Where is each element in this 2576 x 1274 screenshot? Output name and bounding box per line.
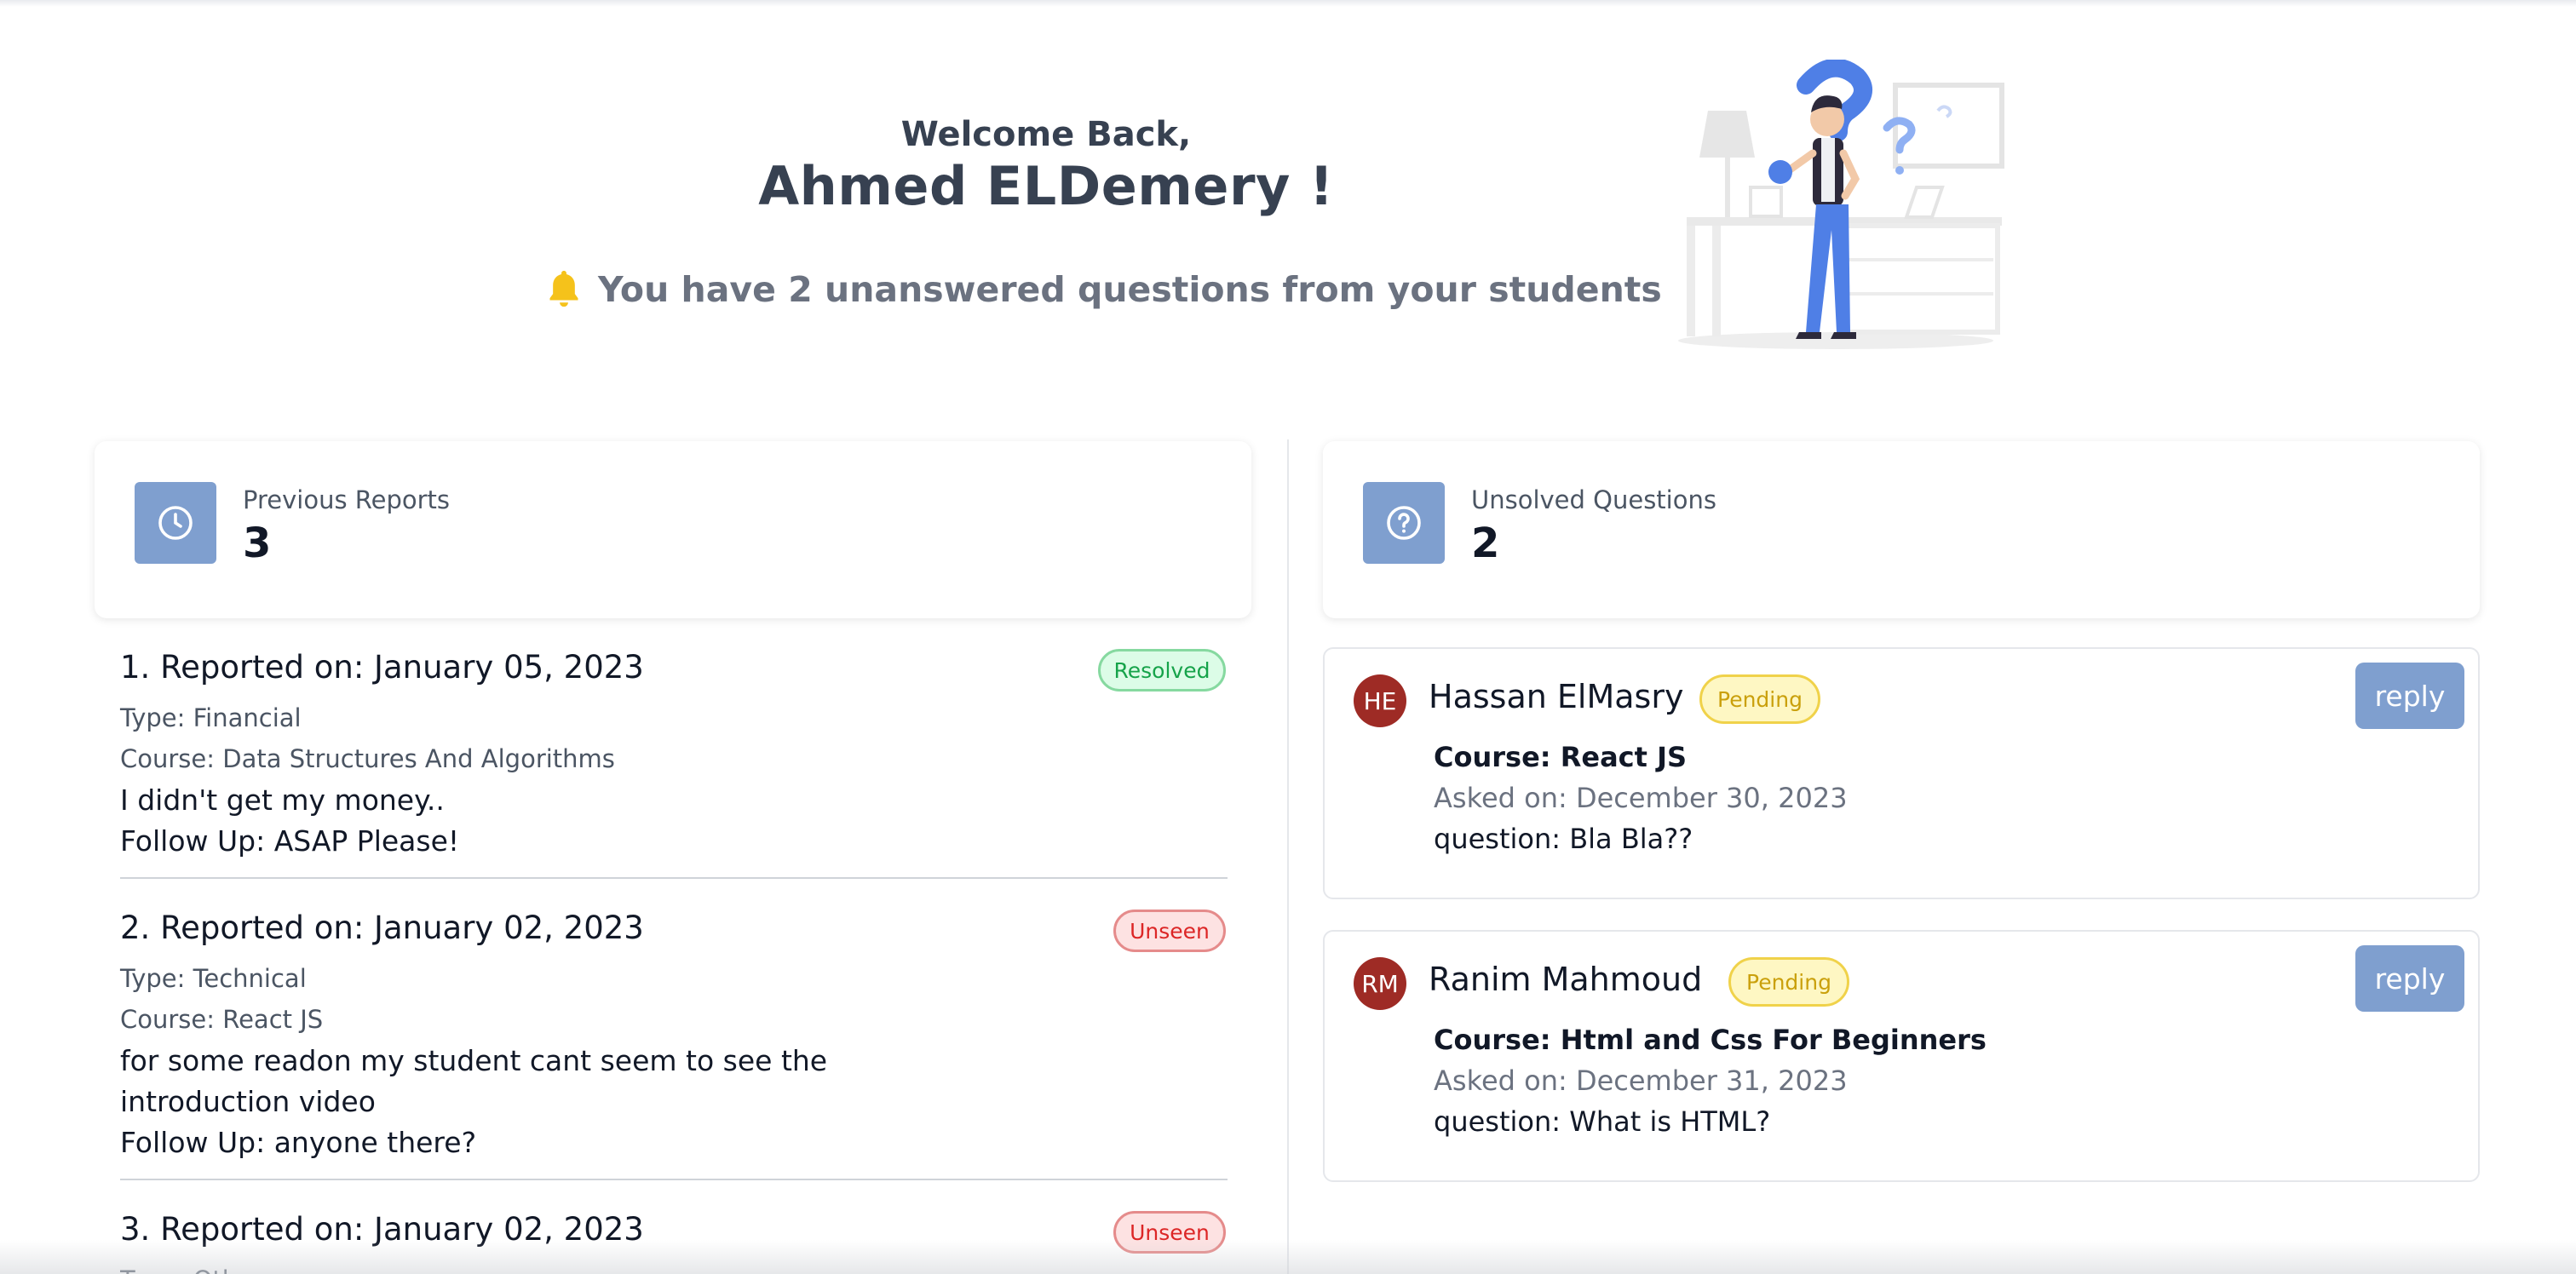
question-circle-icon — [1363, 482, 1445, 564]
pending-badge: Pending — [1728, 957, 1849, 1007]
status-badge: Unseen — [1113, 910, 1226, 952]
question-course: Course: Html and Css For Beginners — [1434, 1024, 1987, 1056]
report-divider — [120, 1179, 1228, 1180]
question-date: Asked on: December 31, 2023 — [1434, 1065, 1848, 1097]
report-type: Type: Technical — [120, 964, 307, 993]
column-divider — [1287, 439, 1289, 1274]
report-item[interactable]: 2. Reported on: January 02, 2023 Unseen … — [120, 910, 1228, 1182]
top-shadow — [0, 0, 2576, 7]
question-date: Asked on: December 30, 2023 — [1434, 782, 1848, 814]
previous-reports-card: Previous Reports 3 — [95, 441, 1251, 618]
avatar: HE — [1354, 674, 1406, 727]
question-course: Course: React JS — [1434, 741, 1688, 773]
report-course: Course: Data Structures And Algorithms — [120, 744, 615, 773]
status-badge: Resolved — [1098, 649, 1226, 692]
bell-icon — [549, 271, 578, 307]
student-name: Hassan ElMasry — [1429, 678, 1684, 715]
report-type: Type: Financial — [120, 703, 302, 732]
report-item[interactable]: 1. Reported on: January 05, 2023 Resolve… — [120, 649, 1228, 881]
notice-text: You have 2 unanswered questions from you… — [598, 269, 1662, 310]
question-card: RM Ranim Mahmoud Pending reply Course: H… — [1323, 930, 2480, 1182]
question-card: HE Hassan ElMasry Pending reply Course: … — [1323, 647, 2480, 899]
previous-reports-label: Previous Reports — [243, 485, 451, 514]
report-message: for some readon my student cant seem to … — [120, 1044, 828, 1118]
report-title: 2. Reported on: January 02, 2023 — [120, 910, 644, 946]
unsolved-questions-label: Unsolved Questions — [1471, 485, 1716, 514]
pending-badge: Pending — [1699, 674, 1820, 724]
reply-button[interactable]: reply — [2355, 663, 2464, 729]
unsolved-questions-count: 2 — [1471, 519, 1500, 567]
report-message: I didn't get my money.. — [120, 783, 445, 817]
question-text: question: What is HTML? — [1434, 1105, 1771, 1138]
unsolved-questions-card: Unsolved Questions 2 — [1323, 441, 2480, 618]
report-followup: Follow Up: ASAP Please! — [120, 824, 460, 858]
bottom-shadow — [0, 1240, 2576, 1274]
unanswered-notice: You have 2 unanswered questions from you… — [545, 264, 1662, 315]
clock-icon — [135, 482, 216, 564]
student-name: Ranim Mahmoud — [1429, 961, 1703, 998]
report-course: Course: React JS — [120, 1005, 324, 1034]
previous-reports-count: 3 — [243, 519, 272, 567]
report-title: 1. Reported on: January 05, 2023 — [120, 649, 644, 686]
welcome-greeting: Welcome Back, — [900, 115, 1192, 154]
report-followup: Follow Up: anyone there? — [120, 1126, 477, 1159]
confused-person-illustration — [1678, 60, 2004, 349]
user-name-heading: Ahmed ELDemery ! — [758, 155, 1334, 217]
report-divider — [120, 877, 1228, 879]
reply-button[interactable]: reply — [2355, 945, 2464, 1012]
avatar: RM — [1354, 957, 1406, 1010]
question-text: question: Bla Bla?? — [1434, 823, 1693, 855]
